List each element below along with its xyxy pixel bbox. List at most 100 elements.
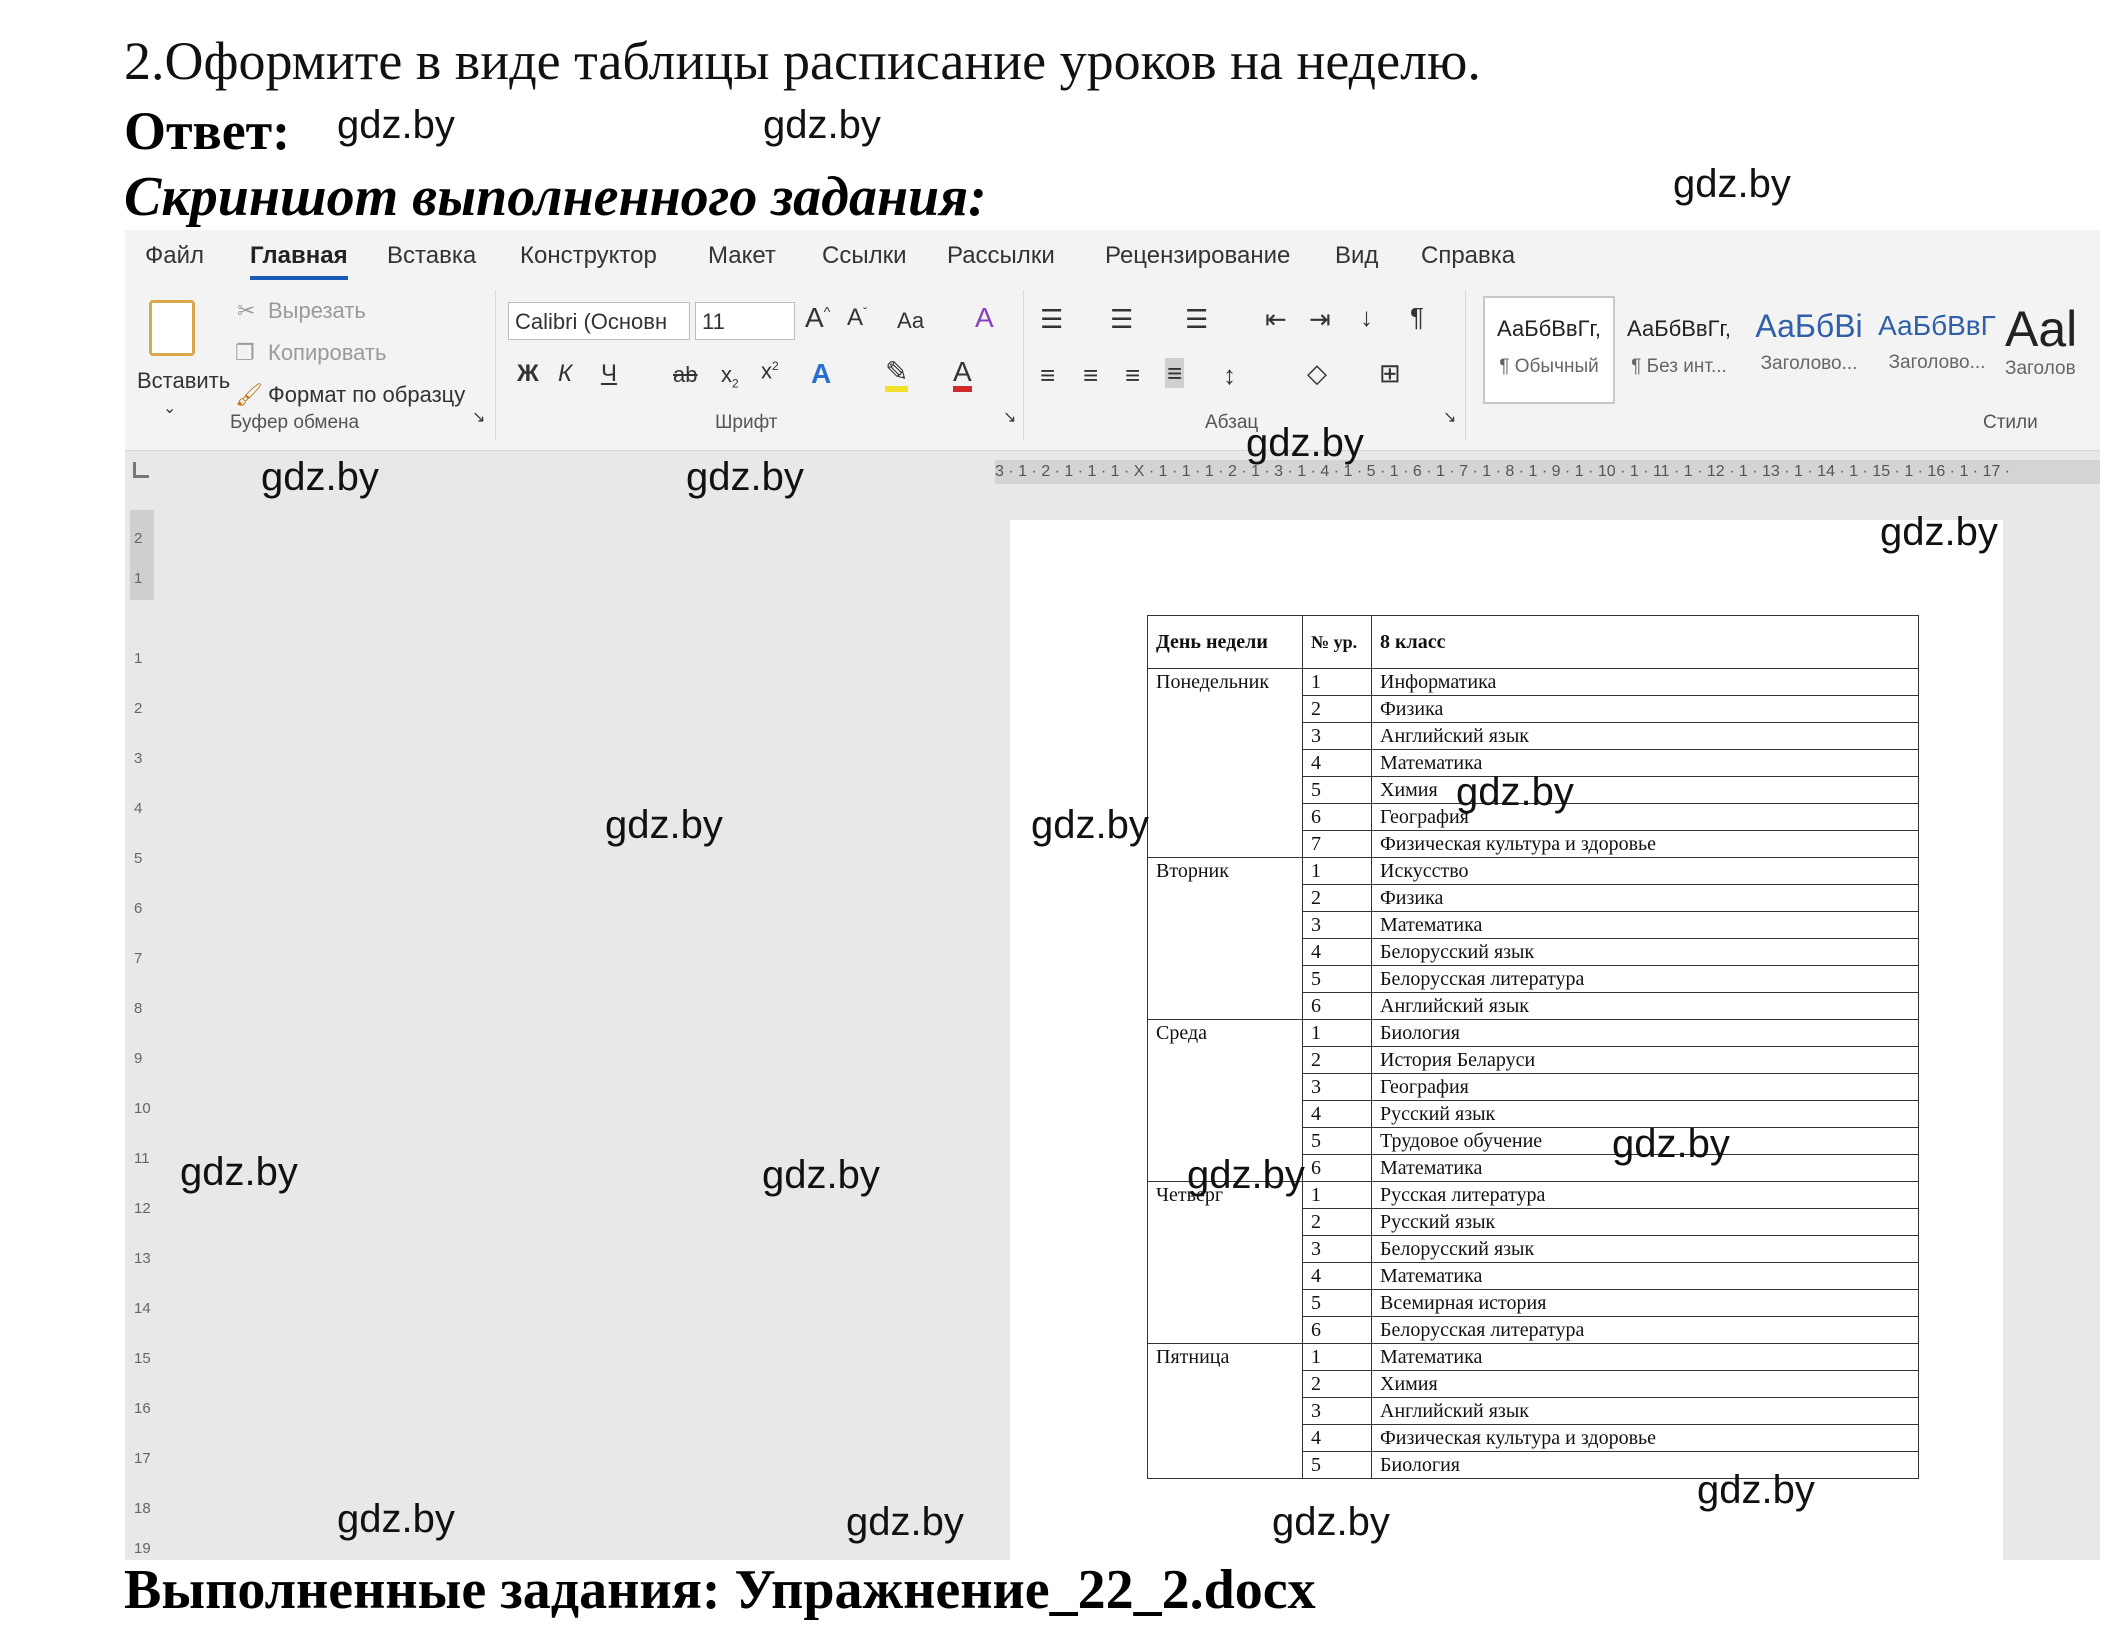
lesson-number-cell[interactable]: 5 xyxy=(1302,1127,1372,1155)
tab-references[interactable]: Ссылки xyxy=(822,242,907,270)
style-no-spacing[interactable]: АаБбВвГг, ¶ Без инт... xyxy=(1617,316,1741,412)
subject-cell[interactable]: Английский язык xyxy=(1371,992,1919,1020)
lesson-number-cell[interactable]: 2 xyxy=(1302,1046,1372,1074)
lesson-number-cell[interactable]: 5 xyxy=(1302,965,1372,993)
underline-button[interactable]: Ч xyxy=(601,362,617,386)
cut-icon[interactable]: ✂ xyxy=(237,298,255,324)
subject-cell[interactable]: Белорусская литература xyxy=(1371,965,1919,993)
paragraph-launcher-icon[interactable]: ↘ xyxy=(1443,410,1456,426)
lesson-number-cell[interactable]: 2 xyxy=(1302,1208,1372,1236)
font-name-combo[interactable]: Calibri (Основн xyxy=(508,302,690,340)
header-day[interactable]: День недели xyxy=(1147,615,1303,669)
style-heading-1[interactable]: АаБбВі Заголово... xyxy=(1747,308,1871,404)
lesson-number-cell[interactable]: 3 xyxy=(1302,1235,1372,1263)
paste-icon[interactable] xyxy=(149,300,195,356)
style-heading-2[interactable]: АаБбВвГ Заголово... xyxy=(1875,310,1999,406)
tab-home[interactable]: Главная xyxy=(250,242,348,280)
subject-cell[interactable]: Искусство xyxy=(1371,857,1919,885)
line-spacing-icon[interactable]: ↕ xyxy=(1223,362,1236,388)
subject-cell[interactable]: Белорусская литература xyxy=(1371,1316,1919,1344)
subject-cell[interactable]: Русский язык xyxy=(1371,1208,1919,1236)
lesson-number-cell[interactable]: 7 xyxy=(1302,830,1372,858)
lesson-number-cell[interactable]: 4 xyxy=(1302,749,1372,777)
format-painter-button[interactable]: Формат по образцу xyxy=(268,382,465,408)
tab-help[interactable]: Справка xyxy=(1421,242,1515,270)
tab-file[interactable]: Файл xyxy=(145,242,204,270)
superscript-icon[interactable]: x2 xyxy=(761,360,779,382)
subject-cell[interactable]: История Беларуси xyxy=(1371,1046,1919,1074)
lesson-number-cell[interactable]: 3 xyxy=(1302,722,1372,750)
subject-cell[interactable]: Биология xyxy=(1371,1019,1919,1047)
lesson-number-cell[interactable]: 3 xyxy=(1302,1073,1372,1101)
format-painter-icon[interactable]: 🖌 xyxy=(235,382,263,408)
italic-button[interactable]: К xyxy=(558,362,572,386)
align-right-icon[interactable]: ≡ xyxy=(1125,362,1140,388)
subject-cell[interactable]: Английский язык xyxy=(1371,1397,1919,1425)
day-cell[interactable]: Пятница xyxy=(1147,1343,1303,1479)
style-title[interactable]: Aal Заголов xyxy=(2005,300,2100,396)
copy-button[interactable]: Копировать xyxy=(268,340,386,366)
day-cell[interactable]: Вторник xyxy=(1147,857,1303,1020)
lesson-number-cell[interactable]: 2 xyxy=(1302,884,1372,912)
lesson-number-cell[interactable]: 1 xyxy=(1302,1343,1372,1371)
lesson-number-cell[interactable]: 2 xyxy=(1302,695,1372,723)
subject-cell[interactable]: Химия xyxy=(1371,1370,1919,1398)
lesson-number-cell[interactable]: 6 xyxy=(1302,1154,1372,1182)
subscript-icon[interactable]: x2 xyxy=(721,363,739,389)
clear-formatting-icon[interactable]: A xyxy=(975,304,994,332)
style-normal[interactable]: АаБбВвГг, ¶ Обычный xyxy=(1487,316,1611,412)
subject-cell[interactable]: География xyxy=(1371,1073,1919,1101)
lesson-number-cell[interactable]: 2 xyxy=(1302,1370,1372,1398)
lesson-number-cell[interactable]: 4 xyxy=(1302,1424,1372,1452)
tab-view[interactable]: Вид xyxy=(1335,242,1378,270)
lesson-number-cell[interactable]: 4 xyxy=(1302,1262,1372,1290)
change-case-button[interactable]: Аа xyxy=(897,308,924,334)
bold-button[interactable]: Ж xyxy=(517,362,539,386)
lesson-number-cell[interactable]: 1 xyxy=(1302,857,1372,885)
justify-icon[interactable]: ≡ xyxy=(1165,358,1185,388)
subject-cell[interactable]: Английский язык xyxy=(1371,722,1919,750)
bullets-icon[interactable]: ☰ xyxy=(1040,306,1063,332)
font-color-icon[interactable]: A xyxy=(953,358,972,392)
lesson-number-cell[interactable]: 1 xyxy=(1302,1181,1372,1209)
lesson-number-cell[interactable]: 1 xyxy=(1302,668,1372,696)
sort-icon[interactable]: ↓ xyxy=(1360,304,1373,330)
subject-cell[interactable]: Математика xyxy=(1371,1343,1919,1371)
font-size-combo[interactable]: 11 xyxy=(695,302,795,340)
cut-button[interactable]: Вырезать xyxy=(268,298,366,324)
subject-cell[interactable]: Русская литература xyxy=(1371,1181,1919,1209)
header-lesson-number[interactable]: № ур. xyxy=(1302,615,1372,669)
horizontal-ruler[interactable]: 3 · 1 · 2 · 1 · 1 · 1 · X · 1 · 1 · 1 · … xyxy=(995,460,2100,484)
lesson-number-cell[interactable]: 3 xyxy=(1302,1397,1372,1425)
shrink-font-icon[interactable]: Aˇ xyxy=(847,306,867,330)
header-class[interactable]: 8 класс xyxy=(1371,615,1919,669)
tab-mailings[interactable]: Рассылки xyxy=(947,242,1055,270)
vertical-ruler[interactable]: 2 1 1 2 3 4 5 6 7 8 9 10 11 12 13 14 15 … xyxy=(130,510,154,1560)
text-effects-icon[interactable]: A xyxy=(811,360,831,388)
subject-cell[interactable]: Математика xyxy=(1371,911,1919,939)
font-launcher-icon[interactable]: ↘ xyxy=(1003,410,1016,426)
multilevel-list-icon[interactable]: ☰ xyxy=(1185,306,1208,332)
day-cell[interactable]: Четверг xyxy=(1147,1181,1303,1344)
tab-design[interactable]: Конструктор xyxy=(520,242,657,270)
paste-dropdown-icon[interactable]: ⌄ xyxy=(163,398,176,418)
tab-review[interactable]: Рецензирование xyxy=(1105,242,1290,270)
show-marks-icon[interactable]: ¶ xyxy=(1410,304,1424,330)
strikethrough-button[interactable]: ab xyxy=(673,364,697,386)
shading-icon[interactable]: ◇ xyxy=(1307,360,1327,386)
subject-cell[interactable]: Физика xyxy=(1371,884,1919,912)
paste-button[interactable]: Вставить xyxy=(137,368,230,394)
subject-cell[interactable]: Белорусский язык xyxy=(1371,938,1919,966)
lesson-number-cell[interactable]: 4 xyxy=(1302,938,1372,966)
copy-icon[interactable]: ❐ xyxy=(235,340,255,366)
tab-selector[interactable] xyxy=(133,462,149,478)
subject-cell[interactable]: География xyxy=(1371,803,1919,831)
highlight-color-icon[interactable]: ✎ xyxy=(885,358,909,392)
increase-indent-icon[interactable]: ⇥ xyxy=(1309,306,1331,332)
subject-cell[interactable]: Физическая культура и здоровье xyxy=(1371,1424,1919,1452)
tab-layout[interactable]: Макет xyxy=(708,242,776,270)
subject-cell[interactable]: Физическая культура и здоровье xyxy=(1371,830,1919,858)
subject-cell[interactable]: Математика xyxy=(1371,749,1919,777)
borders-icon[interactable]: ⊞ xyxy=(1379,360,1401,386)
subject-cell[interactable]: Химия xyxy=(1371,776,1919,804)
